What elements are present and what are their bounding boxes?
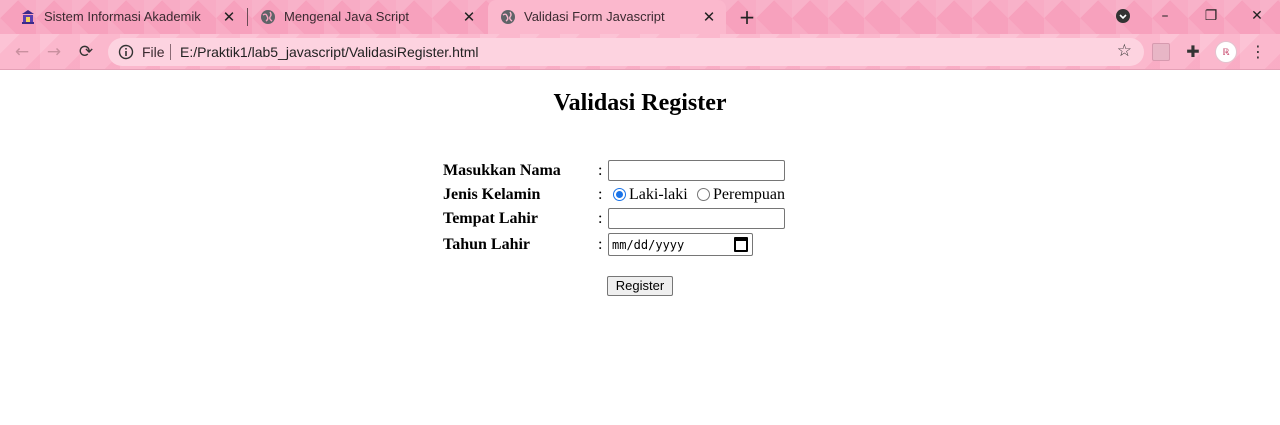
- name-label: Masukkan Nama: [443, 162, 561, 179]
- gender-label: Jenis Kelamin: [443, 186, 541, 203]
- radio-label-laki-laki: Laki-laki: [629, 186, 688, 203]
- extensions-puzzle-icon[interactable]: ✚: [1183, 42, 1203, 62]
- url-text[interactable]: E:/Praktik1/lab5_javascript/ValidasiRegi…: [180, 44, 479, 60]
- extension-icon[interactable]: [1152, 43, 1170, 61]
- colon: :: [598, 162, 603, 179]
- forward-arrow-icon[interactable]: →: [42, 41, 66, 63]
- address-divider: [170, 44, 171, 60]
- tab-title: Mengenal Java Script: [284, 9, 410, 24]
- minimize-button[interactable]: –: [1150, 4, 1180, 28]
- globe-icon: [500, 9, 516, 25]
- back-arrow-icon[interactable]: ←: [10, 41, 34, 63]
- birthyear-label: Tahun Lahir: [443, 236, 531, 253]
- close-tab-icon[interactable]: ✕: [700, 8, 718, 26]
- colon: :: [598, 236, 603, 253]
- birthplace-input[interactable]: [608, 208, 785, 229]
- close-window-button[interactable]: ✕: [1242, 4, 1272, 28]
- tab-validasi-form[interactable]: Validasi Form Javascript ✕: [488, 0, 726, 34]
- bookmark-star-icon[interactable]: ☆: [1117, 41, 1132, 61]
- tab-sistem-informasi[interactable]: Sistem Informasi Akademik ✕: [8, 0, 246, 34]
- restore-button[interactable]: ❐: [1196, 4, 1226, 28]
- globe-icon: [260, 9, 276, 25]
- tab-strip: Sistem Informasi Akademik ✕ Mengenal Jav…: [0, 0, 1280, 34]
- tab-search-icon[interactable]: [1108, 4, 1138, 28]
- register-button[interactable]: Register: [607, 276, 673, 296]
- birthyear-date-input[interactable]: mm/dd/yyyy: [608, 233, 753, 256]
- close-tab-icon[interactable]: ✕: [460, 8, 478, 26]
- date-placeholder: mm/dd/yyyy: [612, 238, 685, 252]
- birthplace-label: Tempat Lahir: [443, 210, 538, 227]
- colon: :: [598, 210, 603, 227]
- address-bar[interactable]: File E:/Praktik1/lab5_javascript/Validas…: [108, 38, 1144, 66]
- scheme-label: File: [142, 44, 165, 60]
- radio-laki-laki[interactable]: [613, 188, 626, 201]
- tab-title: Sistem Informasi Akademik: [44, 9, 201, 24]
- colon: :: [598, 186, 603, 203]
- radio-label-perempuan: Perempuan: [713, 186, 785, 203]
- reload-icon[interactable]: ⟳: [74, 41, 98, 63]
- browser-toolbar: ← → ⟳ File E:/Praktik1/lab5_javascript/V…: [0, 34, 1280, 70]
- close-tab-icon[interactable]: ✕: [220, 8, 238, 26]
- info-icon[interactable]: [118, 44, 134, 60]
- page-content: Validasi Register Masukkan Nama : Jenis …: [0, 71, 1280, 425]
- calendar-icon[interactable]: [734, 237, 748, 252]
- page-title: Validasi Register: [553, 90, 727, 116]
- tab-title: Validasi Form Javascript: [524, 9, 665, 24]
- tab-mengenal-java-script[interactable]: Mengenal Java Script ✕: [248, 0, 486, 34]
- profile-avatar[interactable]: ℝ: [1215, 41, 1237, 63]
- radio-perempuan[interactable]: [697, 188, 710, 201]
- university-icon: [20, 9, 36, 25]
- menu-dots-icon[interactable]: ⋮: [1250, 42, 1266, 62]
- new-tab-button[interactable]: +: [736, 6, 758, 28]
- name-input[interactable]: [608, 160, 785, 181]
